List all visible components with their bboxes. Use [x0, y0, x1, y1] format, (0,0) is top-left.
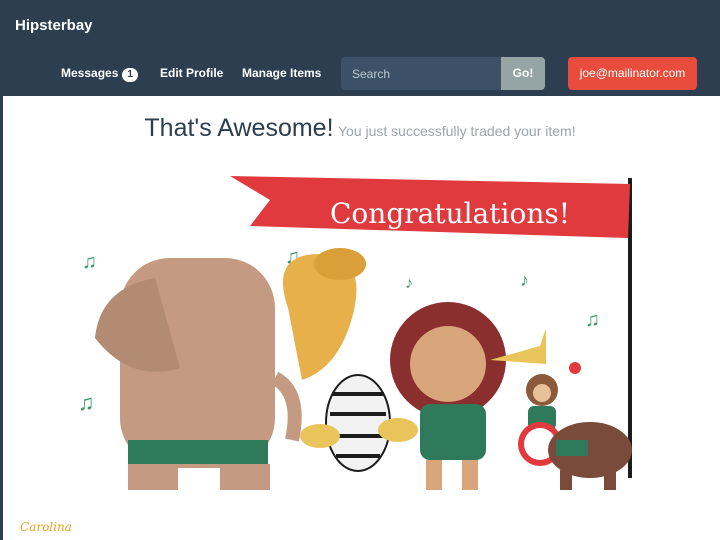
music-note-icon: ♪: [520, 270, 529, 290]
search-input[interactable]: [341, 57, 501, 90]
nav-messages[interactable]: Messages 1: [61, 66, 138, 82]
music-note-icon: ♪: [405, 275, 413, 292]
music-note-icon: ♫: [82, 251, 97, 273]
nav-edit-profile[interactable]: Edit Profile: [160, 66, 223, 80]
page-headline: That's Awesome! You just successfully tr…: [0, 114, 720, 143]
boar-figure: [548, 422, 632, 490]
music-note-icon: ♫: [78, 390, 95, 415]
brand-logo[interactable]: Hipsterbay: [15, 17, 93, 34]
lion-figure: [390, 302, 506, 490]
music-note-icon: ♫: [585, 309, 600, 331]
elephant-figure: [95, 258, 302, 490]
messages-count-badge: 1: [122, 68, 138, 82]
tuba-instrument: [282, 248, 366, 380]
flag-pole: [628, 178, 632, 478]
banner-text: Congratulations!: [330, 197, 570, 230]
headline-title: That's Awesome!: [144, 114, 334, 142]
top-navbar: Hipsterbay Messages 1 Edit Profile Manage…: [0, 0, 720, 96]
artist-signature: Carolina: [20, 520, 72, 534]
search-go-button[interactable]: Go!: [501, 57, 545, 90]
page-left-border: [0, 96, 3, 540]
nav-manage-items[interactable]: Manage Items: [242, 66, 321, 80]
user-account-button[interactable]: joe@mailinator.com: [568, 57, 697, 90]
congratulations-illustration: Congratulations! ♫ ♫ ♪ ♪ ♫ ♫ ♪: [78, 176, 632, 490]
monkey-figure: [526, 362, 581, 430]
headline-subtitle: You just successfully traded your item!: [337, 123, 576, 139]
nav-messages-label: Messages: [61, 66, 119, 80]
